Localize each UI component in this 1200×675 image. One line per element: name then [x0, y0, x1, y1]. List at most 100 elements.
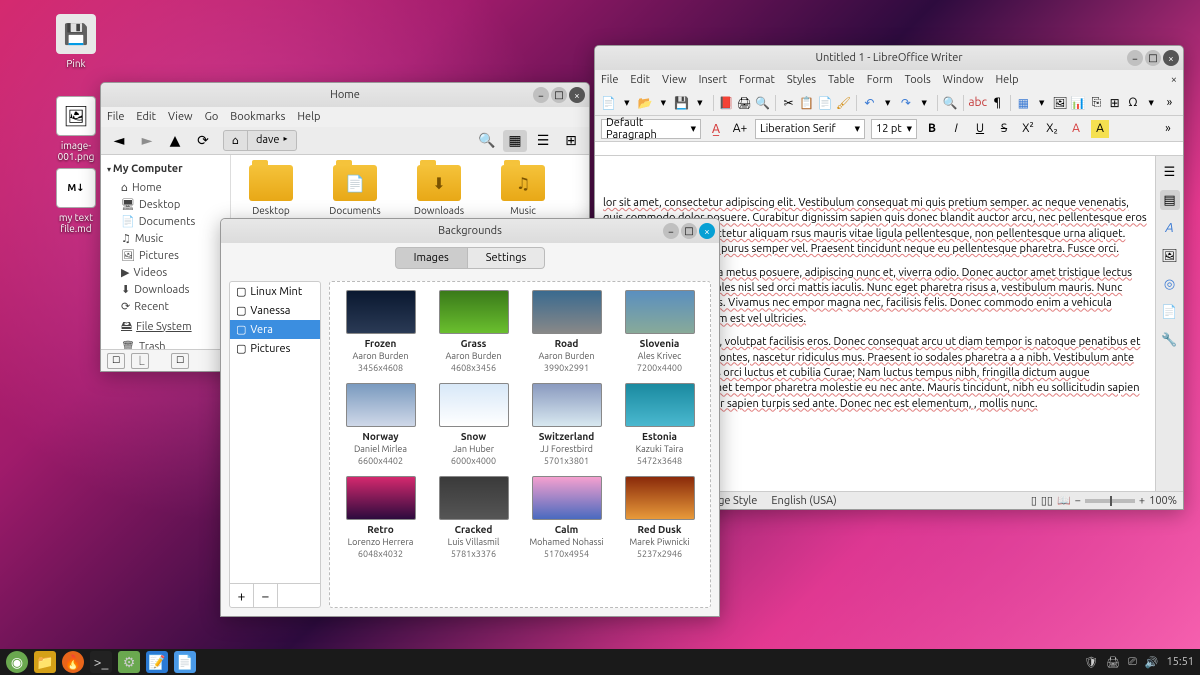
paragraph-style-select[interactable]: Default Paragraph▼: [601, 119, 701, 139]
taskbar-firefox-icon[interactable]: 🔥: [62, 651, 84, 673]
wallpaper-norway[interactable]: NorwayDaniel Mirlea6600x4402: [338, 383, 423, 466]
cut-icon[interactable]: ✂: [781, 94, 796, 112]
dropdown-icon[interactable]: ▼: [619, 94, 634, 112]
wallpaper-frozen[interactable]: FrozenAaron Burden3456x4608: [338, 290, 423, 373]
underline-button[interactable]: U: [971, 120, 989, 138]
font-name-select[interactable]: Liberation Serif▼: [755, 119, 865, 139]
clock[interactable]: 15:51: [1166, 656, 1194, 668]
folder-downloads[interactable]: ⬇Downloads: [409, 165, 469, 216]
dropdown-icon[interactable]: ▼: [656, 94, 671, 112]
highlight-button[interactable]: A: [1091, 120, 1109, 138]
sidebar-item-recent[interactable]: ⟳Recent: [105, 298, 226, 315]
navigator-icon[interactable]: ◎: [1160, 274, 1180, 294]
wallpaper-estonia[interactable]: EstoniaKazuki Taira5472x3648: [617, 383, 702, 466]
folder-music[interactable]: ♫Music: [493, 165, 553, 216]
zoom-control[interactable]: ▯ ▯▯ 📖 −+ 100%: [1031, 494, 1177, 507]
open-icon[interactable]: 📂: [638, 94, 653, 112]
menu-help[interactable]: Help: [297, 111, 320, 123]
maximize-button[interactable]: □: [551, 87, 567, 103]
menu-form[interactable]: Form: [867, 74, 893, 86]
taskbar-app-icon[interactable]: 📄: [174, 651, 196, 673]
taskbar-settings-icon[interactable]: ⚙: [118, 651, 140, 673]
refresh-button[interactable]: ⟳: [191, 130, 215, 152]
dropdown-icon[interactable]: ▼: [1034, 94, 1049, 112]
sidebar-header-mycomputer[interactable]: My Computer: [107, 163, 224, 175]
dropdown-icon[interactable]: ▼: [880, 94, 895, 112]
clone-formatting-icon[interactable]: 🖌: [836, 94, 851, 112]
chevrons-icon[interactable]: »: [1159, 120, 1177, 138]
menu-go[interactable]: Go: [205, 111, 219, 123]
copy-icon[interactable]: 📋: [799, 94, 814, 112]
folder-documents[interactable]: 📄Documents: [325, 165, 385, 216]
add-source-button[interactable]: +: [230, 584, 254, 607]
table-icon[interactable]: ▦: [1016, 94, 1031, 112]
menu-help[interactable]: Help: [995, 74, 1018, 86]
tray-printer-icon[interactable]: 🖨: [1106, 656, 1120, 669]
superscript-button[interactable]: X²: [1019, 120, 1037, 138]
styles-icon[interactable]: A: [1160, 218, 1180, 238]
subscript-button[interactable]: X₂: [1043, 120, 1061, 138]
sidebar-item-downloads[interactable]: ⬇Downloads: [105, 281, 226, 298]
menu-edit[interactable]: Edit: [136, 111, 156, 123]
sidebar-item-videos[interactable]: ▶Videos: [105, 264, 226, 281]
tab-images[interactable]: Images: [395, 247, 468, 269]
icon-view-button[interactable]: ▦: [503, 130, 527, 152]
ruler[interactable]: [595, 142, 1183, 156]
source-linux-mint[interactable]: ▢Linux Mint: [230, 282, 320, 301]
breadcrumb-dave[interactable]: dave▸: [248, 131, 296, 150]
font-size-select[interactable]: 12 pt▼: [871, 119, 917, 139]
taskbar-writer-icon[interactable]: 📝: [146, 651, 168, 673]
italic-button[interactable]: I: [947, 120, 965, 138]
menu-bookmarks[interactable]: Bookmarks: [230, 111, 285, 123]
fm-titlebar[interactable]: Home − □ ×: [101, 83, 589, 107]
wallpaper-snow[interactable]: SnowJan Huber6000x4000: [431, 383, 516, 466]
desktop-icon-pink[interactable]: 💾 Pink: [44, 14, 108, 69]
strikethrough-button[interactable]: S: [995, 120, 1013, 138]
wallpaper-calm[interactable]: CalmMohamed Nohassi5170x4954: [524, 476, 609, 559]
wallpaper-retro[interactable]: RetroLorenzo Herrera6048x4032: [338, 476, 423, 559]
print-icon[interactable]: 🖨: [737, 94, 752, 112]
view-single-icon[interactable]: ▯: [1031, 494, 1037, 507]
wallpaper-slovenia[interactable]: SloveniaAles Krivec7200x4400: [617, 290, 702, 373]
field-icon[interactable]: ⊞: [1107, 94, 1122, 112]
chart-icon[interactable]: 📊: [1071, 94, 1086, 112]
find-icon[interactable]: 🔍: [943, 94, 958, 112]
search-button[interactable]: 🔍: [475, 130, 499, 152]
menu-styles[interactable]: Styles: [787, 74, 816, 86]
taskbar-terminal-icon[interactable]: >_: [90, 651, 112, 673]
menu-format[interactable]: Format: [739, 74, 775, 86]
wallpaper-switzerland[interactable]: SwitzerlandJJ Forestbird5701x3801: [524, 383, 609, 466]
tray-network-icon[interactable]: ⎚: [1128, 656, 1137, 669]
menu-file[interactable]: File: [601, 74, 618, 86]
menu-table[interactable]: Table: [828, 74, 855, 86]
minimize-button[interactable]: −: [663, 223, 679, 239]
forward-button[interactable]: ►: [135, 130, 159, 152]
minimize-button[interactable]: −: [1127, 50, 1143, 66]
menu-insert[interactable]: Insert: [699, 74, 727, 86]
image-icon[interactable]: 🖼: [1052, 94, 1067, 112]
back-button[interactable]: ◄: [107, 130, 131, 152]
tray-volume-icon[interactable]: 🔊: [1145, 656, 1159, 669]
page-icon[interactable]: 📄: [1160, 302, 1180, 322]
menu-tools[interactable]: Tools: [905, 74, 931, 86]
maximize-button[interactable]: □: [1145, 50, 1161, 66]
taskbar-files-icon[interactable]: 📁: [34, 651, 56, 673]
source-vanessa[interactable]: ▢Vanessa: [230, 301, 320, 320]
undo-icon[interactable]: ↶: [862, 94, 877, 112]
bold-button[interactable]: B: [923, 120, 941, 138]
breadcrumb-home[interactable]: ⌂: [224, 131, 248, 150]
maximize-button[interactable]: □: [681, 223, 697, 239]
menu-button[interactable]: ◉: [6, 651, 28, 673]
close-button[interactable]: ×: [569, 87, 585, 103]
list-view-button[interactable]: ☰: [531, 130, 555, 152]
desktop-icon-mytextfile[interactable]: M↓ my text file.md: [44, 168, 108, 234]
dropdown-icon[interactable]: ▼: [692, 94, 707, 112]
menu-edit[interactable]: Edit: [630, 74, 650, 86]
wallpaper-cracked[interactable]: CrackedLuis Villasmil5781x3376: [431, 476, 516, 559]
menu-view[interactable]: View: [662, 74, 687, 86]
view-multi-icon[interactable]: ▯▯: [1041, 494, 1053, 507]
minimize-button[interactable]: −: [533, 87, 549, 103]
dropdown-icon[interactable]: ▼: [917, 94, 932, 112]
fm-terminal-toggle[interactable]: ☐: [171, 353, 189, 369]
print-preview-icon[interactable]: 🔍: [755, 94, 770, 112]
